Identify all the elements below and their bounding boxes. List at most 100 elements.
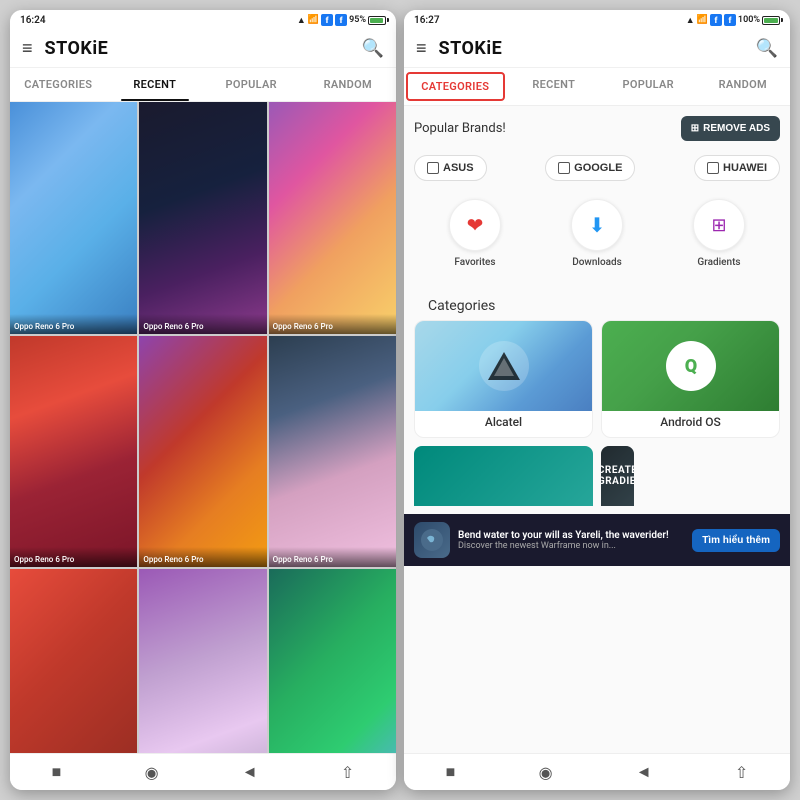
phones-container: 16:24 ▲ 📶 f f 95% ≡ STOKiE 🔍 CATEGORIES …: [0, 0, 800, 800]
fb2-icon-1: f: [335, 14, 347, 26]
wallpaper-label-6: Oppo Reno 6 Pro: [269, 547, 396, 567]
gradients-label: Gradients: [697, 257, 740, 268]
tab-categories-1[interactable]: CATEGORIES: [10, 68, 107, 101]
wallpaper-cell-1[interactable]: Oppo Reno 6 Pro: [10, 102, 137, 334]
brand-huawei-icon: [707, 162, 719, 174]
favorites-icon-container: ❤: [449, 199, 501, 251]
category-card-android[interactable]: Q Android OS: [601, 320, 780, 438]
categories-header: Categories: [414, 286, 780, 320]
nav-up-1[interactable]: ⇧: [341, 763, 354, 782]
bottom-nav-2: ■ ◉ ◄ ⇧: [404, 753, 790, 790]
time-2: 16:27: [414, 15, 440, 26]
brand-asus[interactable]: ASUS: [414, 155, 487, 181]
signal-icon-2: ▲: [686, 15, 695, 26]
wallpaper-cell-4[interactable]: Oppo Reno 6 Pro: [10, 336, 137, 568]
brand-huawei[interactable]: HUAWEI: [694, 155, 780, 181]
battery-2: [762, 16, 780, 25]
tab-popular-2[interactable]: POPULAR: [601, 68, 696, 105]
ad-text-container: Bend water to your will as Yareli, the w…: [458, 530, 684, 551]
battery-label-2: 100%: [738, 15, 760, 25]
wallpaper-cell-3[interactable]: Oppo Reno 6 Pro: [269, 102, 396, 334]
phone-2: 16:27 ▲ 📶 f f 100% ≡ STOKiE 🔍 CATEGORIES…: [404, 10, 790, 790]
android-logo: Q: [666, 341, 716, 391]
wallpaper-cell-2[interactable]: Oppo Reno 6 Pro: [139, 102, 266, 334]
time-1: 16:24: [20, 15, 46, 26]
fb-icon-2: f: [710, 14, 722, 26]
alcatel-bg: [415, 321, 592, 411]
wallpaper-cell-6[interactable]: Oppo Reno 6 Pro: [269, 336, 396, 568]
nav-square-2[interactable]: ■: [446, 762, 456, 782]
search-button-1[interactable]: 🔍: [362, 38, 384, 59]
nav-square-1[interactable]: ■: [52, 762, 62, 782]
quick-cat-gradients[interactable]: ⊞ Gradients: [693, 199, 745, 268]
nav-up-2[interactable]: ⇧: [735, 763, 748, 782]
app-header-2: ≡ STOKiE 🔍: [404, 30, 790, 68]
tab-popular-1[interactable]: POPULAR: [203, 68, 300, 101]
wallpaper-cell-5[interactable]: Oppo Reno 6 Pro: [139, 336, 266, 568]
wifi-icon-1: 📶: [308, 15, 319, 25]
status-left-2: 16:27: [414, 15, 440, 26]
category-card-alcatel[interactable]: Alcatel: [414, 320, 593, 438]
remove-ads-label: REMOVE ADS: [703, 123, 770, 134]
remove-ads-icon: ⊞: [691, 123, 699, 134]
quick-cat-downloads[interactable]: ⬇ Downloads: [571, 199, 623, 268]
nav-back-2[interactable]: ◄: [636, 762, 652, 782]
wallpaper-cell-9[interactable]: Oppo Reno 6 Pro: [269, 569, 396, 753]
phone-1: 16:24 ▲ 📶 f f 95% ≡ STOKiE 🔍 CATEGORIES …: [10, 10, 396, 790]
wallpaper-grid: Oppo Reno 6 Pro Oppo Reno 6 Pro Oppo Ren…: [10, 102, 396, 753]
wallpaper-label-5: Oppo Reno 6 Pro: [139, 547, 266, 567]
wifi-icon-2: 📶: [697, 15, 708, 25]
android-svg: Q: [672, 347, 710, 385]
status-left-1: 16:24: [20, 15, 46, 26]
battery-1: [368, 16, 386, 25]
brand-asus-icon: [427, 162, 439, 174]
tab-random-2[interactable]: RANDOM: [696, 68, 791, 105]
search-button-2[interactable]: 🔍: [756, 38, 778, 59]
menu-button-1[interactable]: ≡: [22, 38, 33, 59]
ad-subtitle: Discover the newest Warframe now in...: [458, 541, 684, 551]
alcatel-logo: [479, 341, 529, 391]
wallpaper-label-3: Oppo Reno 6 Pro: [269, 314, 396, 334]
brand-google[interactable]: GOOGLE: [545, 155, 635, 181]
status-bar-1: 16:24 ▲ 📶 f f 95%: [10, 10, 396, 30]
ad-title: Bend water to your will as Yareli, the w…: [458, 530, 684, 541]
tab-random-1[interactable]: RANDOM: [300, 68, 397, 101]
ad-banner: Bend water to your will as Yareli, the w…: [404, 514, 790, 566]
tab-categories-2[interactable]: CATEGORIES: [406, 72, 505, 101]
ad-cta-button[interactable]: Tìm hiểu thêm: [692, 529, 780, 552]
menu-button-2[interactable]: ≡: [416, 38, 427, 59]
status-right-2: ▲ 📶 f f 100%: [686, 14, 780, 26]
brands-row: ASUS GOOGLE HUAWEI: [404, 147, 790, 189]
nav-circle-2[interactable]: ◉: [539, 763, 553, 782]
app-title-1: STOKiE: [45, 38, 362, 59]
alcatel-svg: [486, 348, 522, 384]
brand-google-label: GOOGLE: [574, 162, 622, 174]
battery-fill-2: [764, 18, 778, 23]
ad-icon: [414, 522, 450, 558]
quick-categories: ❤ Favorites ⬇ Downloads ⊞ Gradients: [404, 189, 790, 278]
quick-cat-favorites[interactable]: ❤ Favorites: [449, 199, 501, 268]
create-gradient-text-2: ⊞ CREATE GRADIENT: [601, 465, 634, 487]
downloads-icon-container: ⬇: [571, 199, 623, 251]
wallpaper-cell-8[interactable]: Oppo Reno 6 Pro: [139, 569, 266, 753]
android-label: Android OS: [660, 415, 721, 429]
wallpaper-label-1: Oppo Reno 6 Pro: [10, 314, 137, 334]
categories-section: Categories Alcatel: [404, 278, 790, 514]
nav-back-1[interactable]: ◄: [242, 762, 258, 782]
wallpaper-cell-7[interactable]: Oppo Reno 6 Pro: [10, 569, 137, 753]
alcatel-label: Alcatel: [485, 415, 522, 429]
favorites-label: Favorites: [454, 257, 495, 268]
brand-asus-label: ASUS: [443, 162, 474, 174]
tab-recent-2[interactable]: RECENT: [507, 68, 602, 105]
create-gradient-cell-2[interactable]: ⊞ CREATE GRADIENT: [601, 446, 634, 506]
app-title-2: STOKiE: [439, 38, 756, 59]
tab-recent-1[interactable]: RECENT: [107, 68, 204, 101]
remove-ads-button[interactable]: ⊞ REMOVE ADS: [681, 116, 780, 141]
status-right-1: ▲ 📶 f f 95%: [297, 14, 386, 26]
gradient-cat-icon: ⊞: [711, 215, 726, 236]
content-2: Popular Brands! ⊞ REMOVE ADS ASUS GOOGLE: [404, 106, 790, 753]
nav-circle-1[interactable]: ◉: [145, 763, 159, 782]
categories-grid: Alcatel Q Android OS: [414, 320, 780, 438]
svg-text:Q: Q: [684, 356, 696, 377]
battery-label-1: 95%: [349, 15, 366, 25]
